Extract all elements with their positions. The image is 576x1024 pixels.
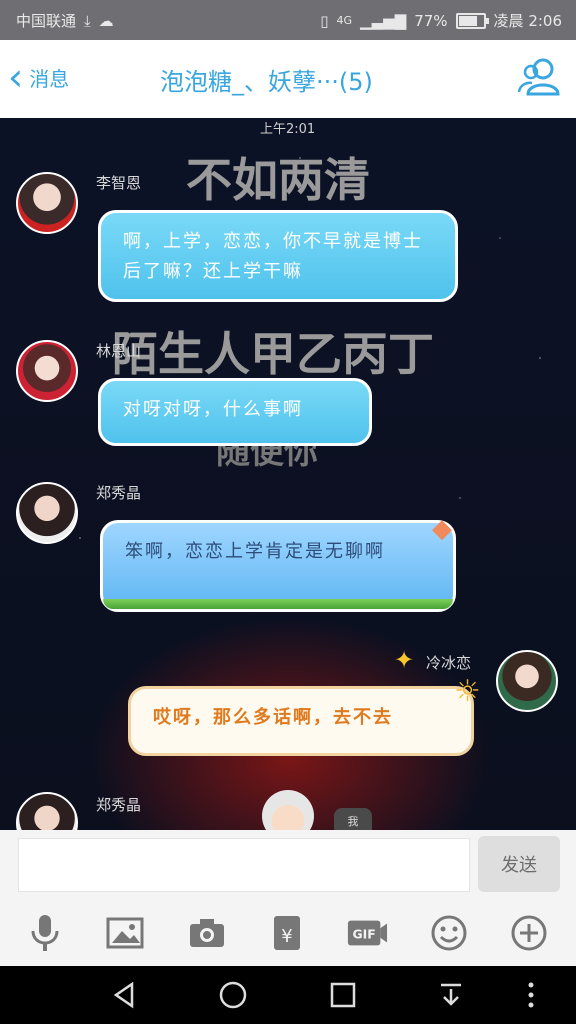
kite-icon: ◆ [432, 514, 452, 544]
message-bubble[interactable]: 笨啊，恋恋上学肯定是无聊啊 [100, 520, 456, 612]
avatar[interactable] [16, 792, 78, 830]
star-icon: ✦ [394, 646, 415, 674]
background-text: 陌生人甲乙丙丁 [112, 327, 434, 381]
group-title: 泡泡糖_、妖孽···(5) [160, 68, 373, 96]
back-label: 消息 [29, 66, 70, 91]
signal-icon: ▁▃▅▇ [360, 11, 407, 30]
clock: 凌晨 2:06 [493, 12, 562, 30]
battery-fill [458, 15, 478, 26]
message-text: 笨啊，恋恋上学肯定是无聊啊 [125, 541, 385, 562]
carrier-label: 中国联通 [16, 12, 77, 30]
camera-icon[interactable] [186, 912, 228, 954]
battery-percent: 77% [414, 11, 448, 30]
microphone-icon[interactable] [24, 912, 66, 954]
send-button[interactable]: 发送 [478, 836, 560, 892]
avatar[interactable] [16, 172, 78, 234]
svg-text:GIF: GIF [353, 927, 376, 942]
more-nav-icon[interactable] [516, 980, 546, 1010]
title-bar: ‹ 消息 泡泡糖_、妖孽···(5) [0, 40, 576, 118]
group-members-icon[interactable] [516, 54, 562, 100]
sender-name: 林恩山 [96, 342, 142, 360]
status-bar: 中国联通 ⤓ ☁ ▯ 4G ▁▃▅▇ 77% 凌晨 2:06 [0, 0, 576, 40]
message-input[interactable] [18, 838, 470, 892]
sender-name: 郑秀晶 [96, 796, 142, 814]
chat-area[interactable]: 上午2:01 不如两清 陌生人甲乙丙丁 随便你 李智恩 啊，上学，恋恋，你不早就… [0, 118, 576, 830]
background-text: 不如两清 [186, 153, 370, 207]
bubble-decoration [103, 599, 453, 609]
avatar[interactable] [16, 340, 78, 402]
back-nav-icon[interactable] [110, 980, 140, 1010]
cloud-icon: ☁ [98, 11, 114, 30]
emoji-icon[interactable] [428, 912, 470, 954]
image-icon[interactable] [104, 912, 146, 954]
input-toolbar: ¥ GIF [0, 902, 576, 966]
sender-name: 郑秀晶 [96, 484, 142, 502]
plus-icon[interactable] [508, 912, 550, 954]
message-bubble[interactable]: 我 [334, 808, 372, 830]
notification-pull-icon[interactable] [436, 980, 466, 1010]
message-bubble[interactable]: 对呀对呀，什么事啊 [98, 378, 372, 446]
vibrate-icon: ▯ [320, 11, 329, 30]
red-packet-icon[interactable]: ¥ [266, 912, 308, 954]
avatar[interactable] [16, 482, 78, 544]
back-button[interactable]: ‹ 消息 [8, 58, 69, 96]
recents-nav-icon[interactable] [328, 980, 358, 1010]
gif-icon[interactable]: GIF [346, 912, 388, 954]
svg-text:¥: ¥ [281, 926, 292, 947]
message-timestamp: 上午2:01 [260, 122, 316, 137]
message-bubble[interactable]: 啊，上学，恋恋，你不早就是博士后了嘛？还上学干嘛 [98, 210, 458, 302]
sender-name: 冷冰恋 [426, 654, 472, 672]
network-label: 4G [336, 14, 353, 27]
system-nav-bar [0, 966, 576, 1024]
battery-icon [455, 12, 489, 29]
avatar[interactable] [496, 650, 558, 712]
message-bubble[interactable]: 哎呀，那么多话啊，去不去 [128, 686, 474, 756]
download-icon: ⤓ [84, 11, 91, 30]
input-bar: 发送 [0, 830, 576, 902]
sticker-image[interactable] [262, 790, 314, 830]
home-nav-icon[interactable] [218, 980, 248, 1010]
sender-name: 李智恩 [96, 174, 142, 192]
chevron-left-icon: ‹ [8, 55, 24, 99]
sun-icon: ☼ [454, 674, 481, 709]
